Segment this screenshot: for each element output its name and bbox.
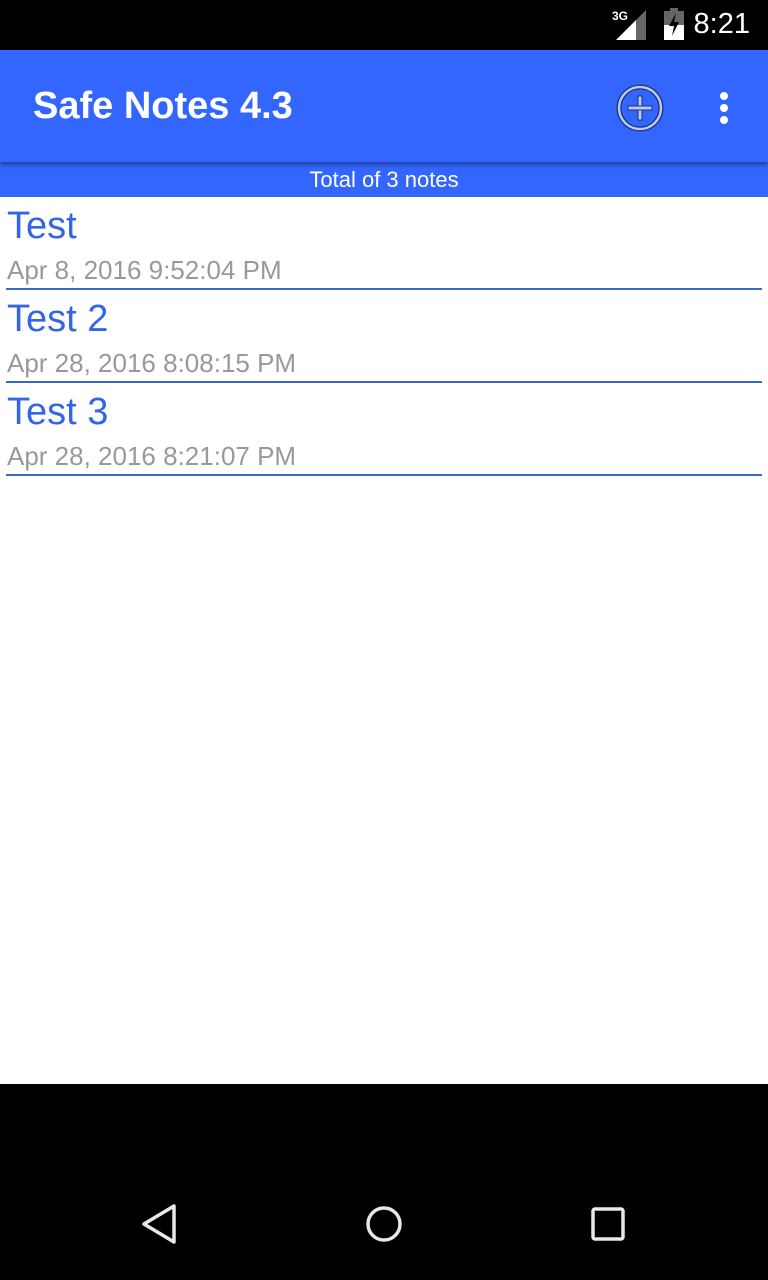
note-item[interactable]: Test 3 Apr 28, 2016 8:21:07 PM bbox=[6, 383, 762, 476]
add-circle-icon bbox=[616, 84, 664, 132]
app-title: Safe Notes 4.3 bbox=[33, 85, 293, 127]
recents-button[interactable] bbox=[578, 1194, 638, 1254]
notes-count-banner: Total of 3 notes bbox=[0, 162, 768, 197]
status-bar: 3G 8:21 bbox=[0, 0, 768, 50]
note-date: Apr 8, 2016 9:52:04 PM bbox=[7, 255, 282, 285]
more-vert-icon bbox=[720, 92, 728, 124]
add-note-button[interactable] bbox=[612, 80, 668, 136]
note-date: Apr 28, 2016 8:08:15 PM bbox=[7, 348, 297, 378]
navigation-bar bbox=[0, 1084, 768, 1280]
network-type: 3G bbox=[612, 9, 628, 23]
note-title: Test 3 bbox=[7, 391, 109, 433]
recents-icon bbox=[591, 1207, 625, 1241]
battery-charging-icon bbox=[664, 8, 684, 40]
home-icon bbox=[366, 1206, 402, 1242]
signal-icon: 3G bbox=[612, 9, 646, 40]
note-title: Test 2 bbox=[7, 298, 109, 340]
back-button[interactable] bbox=[130, 1194, 190, 1254]
clock: 8:21 bbox=[693, 8, 750, 40]
note-title: Test bbox=[7, 205, 77, 247]
note-date: Apr 28, 2016 8:21:07 PM bbox=[7, 441, 297, 471]
app-bar: Safe Notes 4.3 bbox=[0, 50, 768, 162]
back-icon bbox=[142, 1204, 176, 1244]
overflow-menu-button[interactable] bbox=[702, 80, 746, 136]
note-item[interactable]: Test 2 Apr 28, 2016 8:08:15 PM bbox=[6, 290, 762, 383]
notes-list: Test Apr 8, 2016 9:52:04 PM Test 2 Apr 2… bbox=[0, 197, 768, 1084]
home-button[interactable] bbox=[354, 1194, 414, 1254]
note-item[interactable]: Test Apr 8, 2016 9:52:04 PM bbox=[6, 197, 762, 290]
